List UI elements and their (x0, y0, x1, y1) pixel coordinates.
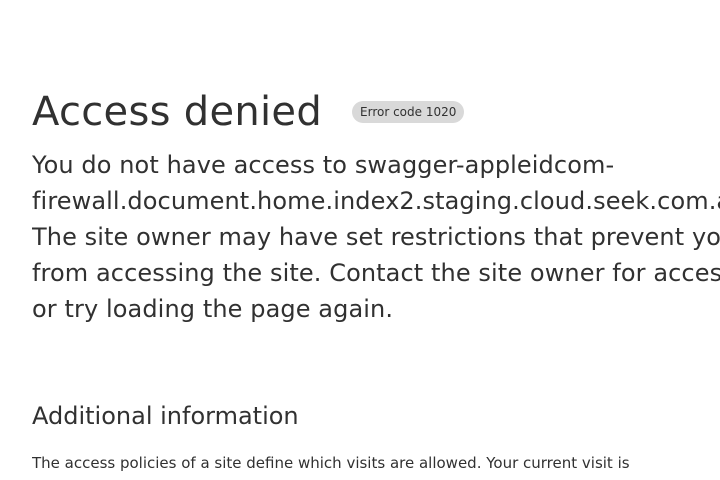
error-message-line: The site owner may have set restrictions… (32, 223, 720, 251)
error-message: You do not have access to swagger-applei… (32, 147, 720, 327)
error-message-line: from accessing the site. Contact the sit… (32, 259, 720, 287)
error-page: Access denied Error code 1020 You do not… (32, 0, 720, 480)
error-message-line: firewall.document.home.index2.staging.cl… (32, 187, 720, 215)
title-row: Access denied Error code 1020 (32, 89, 465, 135)
additional-info-title: Additional information (32, 402, 299, 430)
page-title: Access denied (32, 89, 323, 135)
error-code-badge: Error code 1020 (352, 101, 465, 123)
additional-info-text: The access policies of a site define whi… (32, 454, 630, 472)
error-message-line: or try loading the page again. (32, 295, 394, 323)
error-message-line: You do not have access to swagger-applei… (32, 151, 615, 179)
